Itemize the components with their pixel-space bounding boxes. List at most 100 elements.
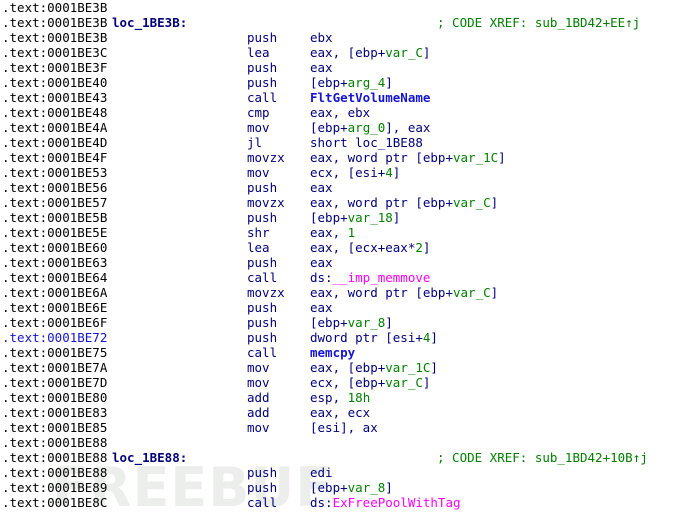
disassembly-row[interactable]: .text:0001BE5B push [ebp+var_18] <box>0 210 677 225</box>
variable-name: var_8 <box>347 480 386 495</box>
disassembly-row[interactable]: .text:0001BE6F push [ebp+var_8] <box>0 315 677 330</box>
instruction-operands[interactable]: ecx, [ebp+var_C] <box>310 375 430 390</box>
instruction-operands[interactable]: eax <box>310 300 333 315</box>
call-target-name[interactable]: FltGetVolumeName <box>310 90 430 105</box>
instruction-operands[interactable]: eax, word ptr [ebp+var_C] <box>310 195 498 210</box>
instruction-operands[interactable]: [ebp+arg_0], eax <box>310 120 430 135</box>
instruction-operands[interactable]: eax, [ebp+var_C] <box>310 45 430 60</box>
disassembly-row[interactable]: .text:0001BE3F push eax <box>0 60 677 75</box>
code-label[interactable]: loc_1BE88: <box>112 450 187 465</box>
disassembly-row[interactable]: .text:0001BE63 push eax <box>0 255 677 270</box>
operand-token: ds: <box>310 270 333 285</box>
instruction-operands[interactable]: eax, word ptr [ebp+var_1C] <box>310 150 506 165</box>
instruction-operands[interactable]: [ebp+var_18] <box>310 210 400 225</box>
instruction-operands[interactable]: dword ptr [esi+4] <box>310 330 438 345</box>
operand-token: ecx, [esi+ <box>310 165 386 180</box>
instruction-mnemonic: shr <box>247 225 270 240</box>
disassembly-row[interactable]: .text:0001BE88 push edi <box>0 465 677 480</box>
disassembly-row[interactable]: .text:0001BE40 push [ebp+arg_4] <box>0 75 677 90</box>
operand-token: ] <box>422 45 431 60</box>
instruction-operands[interactable]: [ebp+var_8] <box>310 315 393 330</box>
instruction-operands[interactable]: ebx <box>310 30 333 45</box>
ida-disassembly-window: FREEBUF .text:0001BE3B .text:0001BE3B loc_… <box>0 0 677 513</box>
instruction-operands[interactable]: eax, 1 <box>310 225 355 240</box>
disassembly-row[interactable]: .text:0001BE60 lea eax, [ecx+eax*2] <box>0 240 677 255</box>
instruction-operands[interactable]: ds:__imp_memmove <box>310 270 430 285</box>
disassembly-row[interactable]: .text:0001BE57 movzx eax, word ptr [ebp+va… <box>0 195 677 210</box>
instruction-operands[interactable]: memcpy <box>310 345 355 360</box>
disassembly-row[interactable]: .text:0001BE6E push eax <box>0 300 677 315</box>
call-target-name[interactable]: memcpy <box>310 345 355 360</box>
operand-token: ] <box>392 210 401 225</box>
disassembly-row[interactable]: .text:0001BE5E shr eax, 1 <box>0 225 677 240</box>
disassembly-row[interactable]: .text:0001BE4D jl short loc_1BE88 <box>0 135 677 150</box>
operand-token: eax, ebx <box>310 105 371 120</box>
instruction-operands[interactable]: edi <box>310 465 333 480</box>
disassembly-row[interactable]: .text:0001BE3B loc_1BE3B: ; CODE XREF: sub… <box>0 15 677 30</box>
address-cell: .text:0001BE4F <box>2 150 108 165</box>
disassembly-row[interactable]: .text:0001BE83 add eax, ecx <box>0 405 677 420</box>
operand-token: eax, [ebp+ <box>310 360 386 375</box>
disassembly-row[interactable]: .text:0001BE80 add esp, 18h <box>0 390 677 405</box>
address-cell: .text:0001BE53 <box>2 165 108 180</box>
instruction-mnemonic: call <box>247 90 278 105</box>
instruction-operands[interactable]: [ebp+var_8] <box>310 480 393 495</box>
address-cell: .text:0001BE8C <box>2 495 108 510</box>
instruction-operands[interactable]: eax, [ebp+var_1C] <box>310 360 438 375</box>
xref-comment[interactable]: ; CODE XREF: sub_1BD42+EE↑j <box>437 15 640 30</box>
disassembly-row[interactable]: .text:0001BE89 push [ebp+var_8] <box>0 480 677 495</box>
address-cell: .text:0001BE5B <box>2 210 108 225</box>
address-cell: .text:0001BE3F <box>2 60 108 75</box>
import-symbol-name[interactable]: ExFreePoolWithTag <box>333 495 461 510</box>
instruction-operands[interactable]: [ebp+arg_4] <box>310 75 393 90</box>
disassembly-row[interactable]: .text:0001BE7D mov ecx, [ebp+var_C] <box>0 375 677 390</box>
import-symbol-name[interactable]: __imp_memmove <box>333 270 431 285</box>
disassembly-row[interactable]: .text:0001BE4A mov [ebp+arg_0], eax <box>0 120 677 135</box>
address-cell: .text:0001BE6A <box>2 285 108 300</box>
xref-comment[interactable]: ; CODE XREF: sub_1BD42+10B↑j <box>437 450 648 465</box>
disassembly-row[interactable]: .text:0001BE3C lea eax, [ebp+var_C] <box>0 45 677 60</box>
instruction-mnemonic: movzx <box>247 150 285 165</box>
instruction-operands[interactable]: short loc_1BE88 <box>310 135 423 150</box>
instruction-operands[interactable]: eax, [ecx+eax*2] <box>310 240 430 255</box>
disassembly-row[interactable]: .text:0001BE7A mov eax, [ebp+var_1C] <box>0 360 677 375</box>
disassembly-row[interactable]: .text:0001BE75 call memcpy <box>0 345 677 360</box>
disassembly-row[interactable]: .text:0001BE88 <box>0 435 677 450</box>
operand-token: ] <box>422 240 431 255</box>
disassembly-row[interactable]: .text:0001BE8C call ds:ExFreePoolWithTag <box>0 495 677 510</box>
disassembly-row[interactable]: .text:0001BE6A movzx eax, word ptr [ebp+va… <box>0 285 677 300</box>
disassembly-row[interactable]: .text:0001BE3B push ebx <box>0 30 677 45</box>
instruction-operands[interactable]: eax, ecx <box>310 405 370 420</box>
operand-token: eax <box>310 255 333 270</box>
disassembly-row[interactable]: .text:0001BE72 push dword ptr [esi+4] <box>0 330 677 345</box>
disassembly-row[interactable]: .text:0001BE48 cmp eax, ebx <box>0 105 677 120</box>
instruction-operands[interactable]: FltGetVolumeName <box>310 90 430 105</box>
instruction-mnemonic: push <box>247 255 278 270</box>
disassembly-row[interactable]: .text:0001BE56 push eax <box>0 180 677 195</box>
instruction-operands[interactable]: ds:ExFreePoolWithTag <box>310 495 461 510</box>
variable-name: var_18 <box>347 210 393 225</box>
address-cell: .text:0001BE3B <box>2 30 108 45</box>
instruction-operands[interactable]: ecx, [esi+4] <box>310 165 400 180</box>
instruction-operands[interactable]: eax <box>310 60 333 75</box>
code-label[interactable]: loc_1BE3B: <box>112 15 187 30</box>
address-cell: .text:0001BE63 <box>2 255 108 270</box>
instruction-operands[interactable]: eax <box>310 180 333 195</box>
address-cell: .text:0001BE80 <box>2 390 108 405</box>
operand-token: eax <box>310 300 333 315</box>
instruction-operands[interactable]: eax, word ptr [ebp+var_C] <box>310 285 498 300</box>
disassembly-row[interactable]: .text:0001BE4F movzx eax, word ptr [ebp+va… <box>0 150 677 165</box>
disassembly-row[interactable]: .text:0001BE88 loc_1BE88: ; CODE XREF: sub… <box>0 450 677 465</box>
disassembly-row[interactable]: .text:0001BE3B <box>0 0 677 15</box>
disassembly-row[interactable]: .text:0001BE43 call FltGetVolumeName <box>0 90 677 105</box>
disassembly-row[interactable]: .text:0001BE53 mov ecx, [esi+4] <box>0 165 677 180</box>
disassembly-listing[interactable]: .text:0001BE3B .text:0001BE3B loc_1BE3B:; … <box>0 0 677 510</box>
disassembly-row[interactable]: .text:0001BE64 call ds:__imp_memmove <box>0 270 677 285</box>
instruction-operands[interactable]: eax, ebx <box>310 105 370 120</box>
operand-token: [ebp+ <box>310 480 348 495</box>
instruction-operands[interactable]: eax <box>310 255 333 270</box>
instruction-operands[interactable]: esp, 18h <box>310 390 370 405</box>
instruction-operands[interactable]: [esi], ax <box>310 420 378 435</box>
variable-name: 4 <box>385 165 393 180</box>
disassembly-row[interactable]: .text:0001BE85 mov [esi], ax <box>0 420 677 435</box>
